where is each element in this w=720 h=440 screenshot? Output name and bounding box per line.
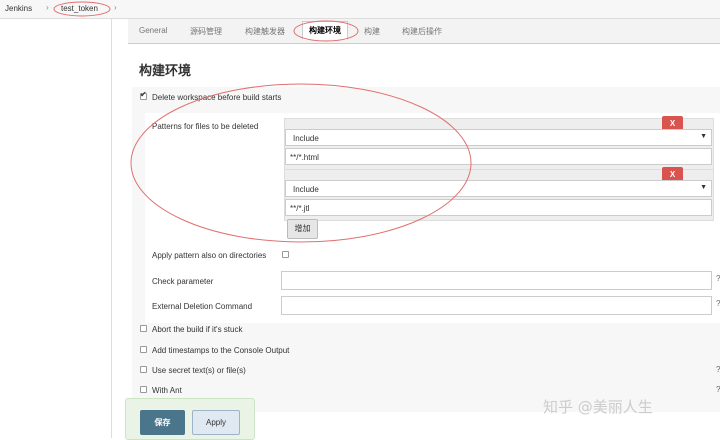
pattern-input-value: **/*.jtl xyxy=(290,204,310,213)
breadcrumb-job[interactable]: test_token xyxy=(61,4,98,13)
tab-build[interactable]: 构建 xyxy=(364,26,380,37)
pattern-input[interactable]: **/*.html xyxy=(285,148,712,165)
pattern-input-value: **/*.html xyxy=(290,153,319,162)
tab-general[interactable]: General xyxy=(139,26,167,35)
pattern-input[interactable]: **/*.jtl xyxy=(285,199,712,216)
dropdown-arrow-icon: ▼ xyxy=(700,133,707,140)
check-parameter-input[interactable] xyxy=(281,271,712,290)
abort-stuck-checkbox[interactable] xyxy=(140,325,147,332)
tab-source-code[interactable]: 源码管理 xyxy=(190,26,222,37)
section-title: 构建环境 xyxy=(139,63,192,78)
pattern-type-select[interactable]: Include ▼ xyxy=(285,129,712,146)
left-sidebar xyxy=(0,19,112,438)
apply-dirs-label: Apply pattern also on directories xyxy=(152,251,267,260)
pattern-type-value: Include xyxy=(293,185,319,194)
breadcrumb xyxy=(0,0,720,19)
add-pattern-button[interactable]: 增加 xyxy=(287,219,318,239)
delete-workspace-label: Delete workspace before build starts xyxy=(152,93,282,102)
tab-build-triggers[interactable]: 构建触发器 xyxy=(245,26,285,37)
apply-dirs-checkbox[interactable] xyxy=(282,251,289,258)
with-ant-checkbox[interactable] xyxy=(140,386,147,393)
watermark: 知乎 @美丽人生 xyxy=(543,398,653,416)
apply-button[interactable]: Apply xyxy=(192,410,240,435)
pattern-type-select[interactable]: Include ▼ xyxy=(285,180,712,197)
save-button[interactable]: 保存 xyxy=(140,410,185,435)
breadcrumb-separator[interactable]: › xyxy=(114,3,117,12)
pattern-type-value: Include xyxy=(293,134,319,143)
help-icon[interactable]: ? xyxy=(716,385,720,394)
patterns-label: Patterns for files to be deleted xyxy=(152,122,259,131)
abort-stuck-label: Abort the build if it's stuck xyxy=(152,325,243,334)
check-parameter-label: Check parameter xyxy=(152,277,214,286)
secret-files-label: Use secret text(s) or file(s) xyxy=(152,366,246,375)
help-icon[interactable]: ? xyxy=(716,365,720,374)
delete-workspace-checkbox[interactable] xyxy=(140,90,147,100)
external-deletion-input[interactable] xyxy=(281,296,712,315)
external-deletion-label: External Deletion Command xyxy=(152,302,253,311)
dropdown-arrow-icon: ▼ xyxy=(700,184,707,191)
with-ant-label: With Ant xyxy=(152,386,182,395)
timestamps-checkbox[interactable] xyxy=(140,346,147,353)
help-icon[interactable]: ? xyxy=(716,274,720,283)
secret-files-checkbox[interactable] xyxy=(140,366,147,373)
tab-build-environment[interactable]: 构建环境 xyxy=(302,21,348,40)
help-icon[interactable]: ? xyxy=(716,299,720,308)
breadcrumb-jenkins[interactable]: Jenkins xyxy=(5,4,32,13)
breadcrumb-separator: › xyxy=(46,3,49,12)
tab-post-build[interactable]: 构建后操作 xyxy=(402,26,442,37)
timestamps-label: Add timestamps to the Console Output xyxy=(152,346,290,355)
